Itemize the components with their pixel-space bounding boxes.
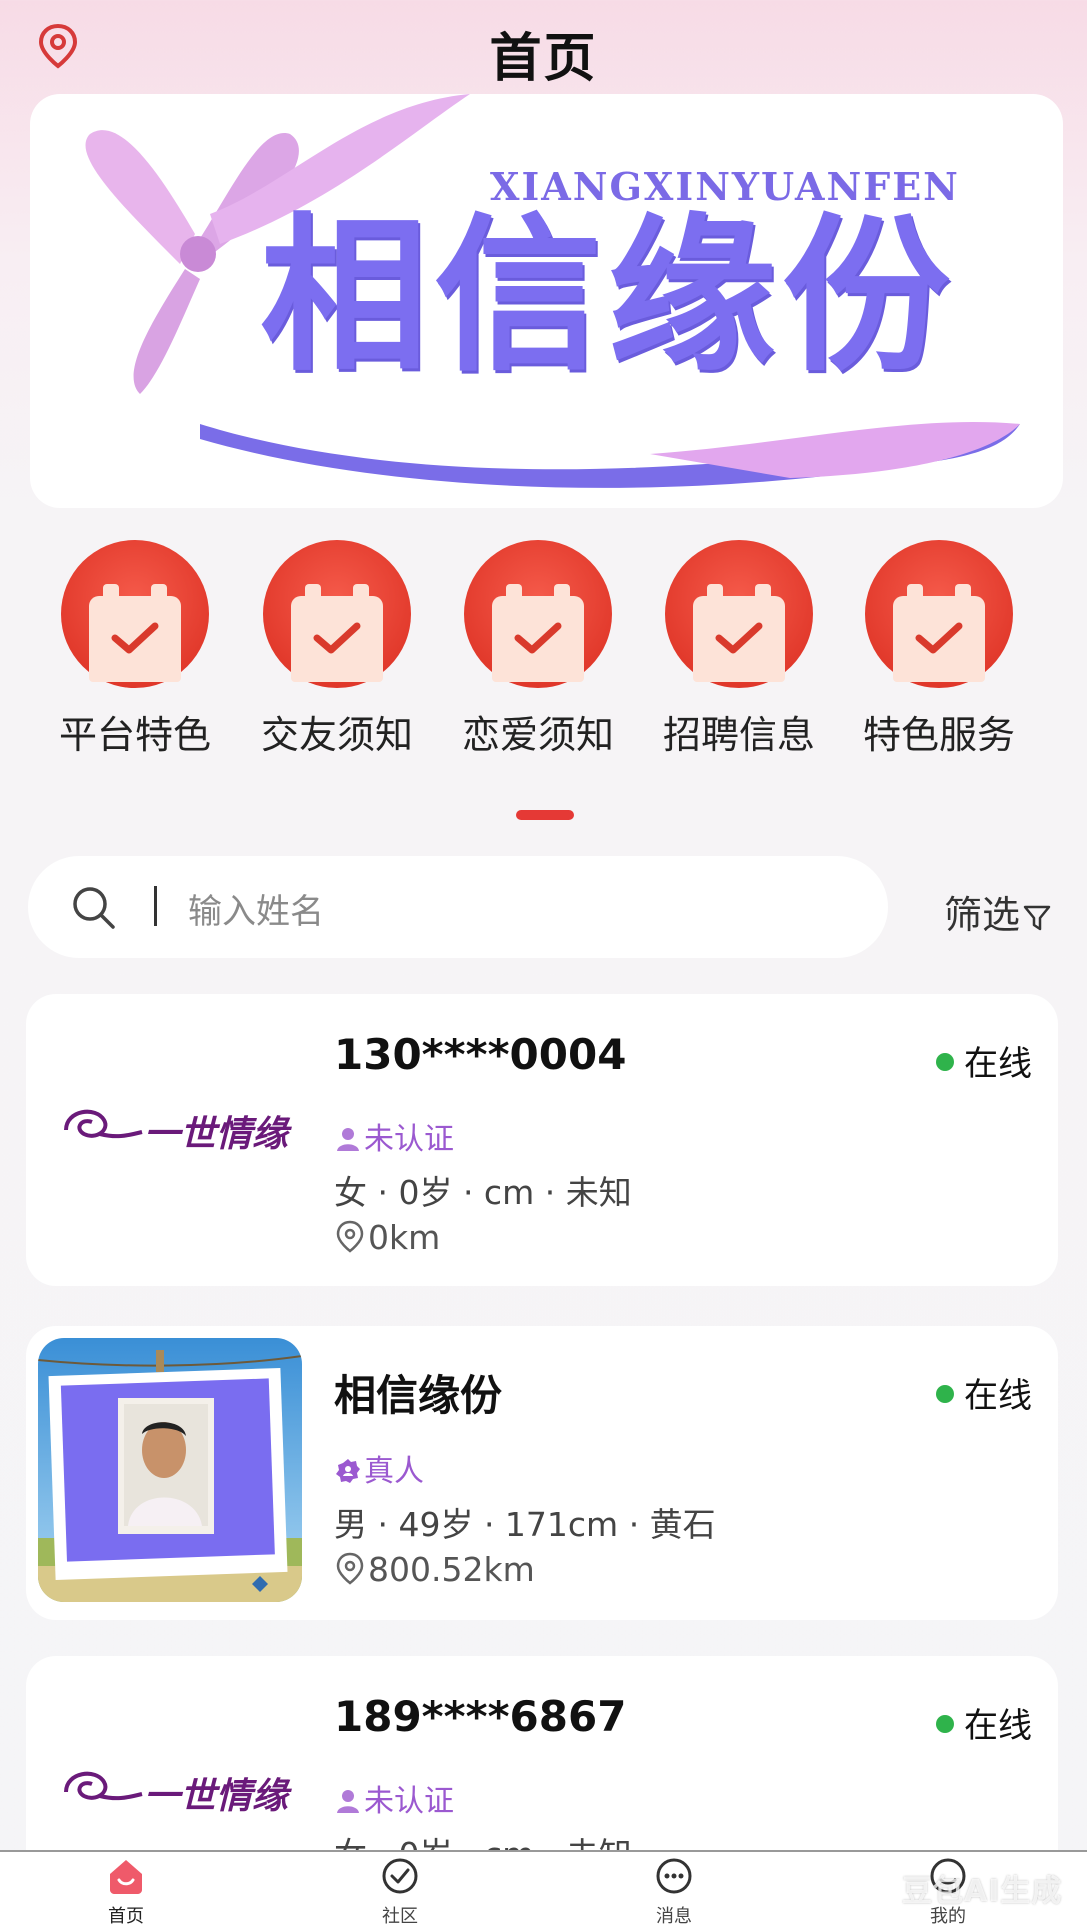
menu-item-recruitment[interactable]: 招聘信息	[644, 540, 834, 759]
verify-badge: 未认证	[334, 1776, 454, 1820]
calendar-check-icon	[263, 540, 411, 688]
profile-info: 男 · 49岁 · 171cm · 黄石	[334, 1505, 716, 1544]
user-unverified-icon	[337, 1790, 359, 1813]
svg-text:一世情缘: 一世情缘	[144, 1775, 292, 1817]
calendar-check-icon	[464, 540, 612, 688]
page-indicator	[516, 810, 574, 820]
online-status: 在线	[936, 1036, 1032, 1085]
search-input[interactable]: 输入姓名	[28, 856, 888, 958]
tab-home[interactable]: 首页	[66, 1856, 186, 1928]
online-dot	[936, 1385, 954, 1403]
calendar-check-icon	[665, 540, 813, 688]
message-icon	[656, 1858, 692, 1894]
profile-distance: 800.52km	[334, 1550, 535, 1589]
tab-label: 首页	[108, 1906, 144, 1927]
filter-button[interactable]: 筛选	[944, 884, 1052, 939]
user-unverified-icon	[337, 1128, 359, 1151]
feature-menu: 平台特色 交友须知 恋爱须知 招聘信息 特色服务	[40, 540, 1050, 760]
menu-label: 平台特色	[58, 713, 211, 757]
community-icon	[382, 1858, 418, 1894]
menu-label: 特色服务	[862, 713, 1015, 757]
search-icon	[73, 887, 115, 929]
menu-label: 招聘信息	[662, 713, 815, 757]
menu-item-dating-notice[interactable]: 交友须知	[242, 540, 432, 759]
yishiqingyuan-logo: 一世情缘	[64, 1771, 292, 1817]
svg-text:一世情缘: 一世情缘	[144, 1113, 292, 1155]
online-dot	[936, 1053, 954, 1071]
profile-name: 相信缘份	[334, 1371, 503, 1420]
funnel-icon	[1023, 905, 1051, 930]
tab-community[interactable]: 社区	[340, 1856, 460, 1928]
watermark: 豆包AI生成	[902, 1874, 1063, 1909]
profile-card[interactable]: 一世情缘 130****0004 在线 未认证 女 · 0岁 · cm · 未知…	[26, 994, 1058, 1286]
location-icon	[336, 1552, 364, 1585]
online-status: 在线	[936, 1698, 1032, 1747]
menu-label: 恋爱须知	[461, 713, 614, 757]
calendar-check-icon	[865, 540, 1013, 688]
online-status: 在线	[936, 1368, 1032, 1417]
search-cursor	[154, 886, 157, 926]
tab-messages[interactable]: 消息	[614, 1856, 734, 1928]
home-icon	[110, 1860, 142, 1894]
profile-distance: 0km	[334, 1218, 440, 1257]
profile-name: 130****0004	[334, 1030, 627, 1079]
verify-badge: 真人	[334, 1446, 424, 1490]
verified-badge-icon	[336, 1459, 360, 1483]
profile-name: 189****6867	[334, 1692, 627, 1741]
banner[interactable]: XIANGXINYUANFEN 相信缘份	[30, 94, 1063, 508]
filter-label: 筛选	[944, 893, 1021, 937]
page-title: 首页	[489, 29, 598, 89]
calendar-check-icon	[61, 540, 209, 688]
tab-label: 消息	[656, 1906, 692, 1927]
banner-title: 相信缘份	[260, 198, 956, 394]
menu-item-love-notice[interactable]: 恋爱须知	[443, 540, 633, 759]
profile-card[interactable]: 相信缘份 在线 真人 男 · 49岁 · 171cm · 黄石 800.52km	[26, 1326, 1058, 1620]
yishiqingyuan-logo: 一世情缘	[64, 1109, 292, 1155]
top-bar: 首页	[0, 0, 1087, 96]
location-icon	[336, 1220, 364, 1253]
verify-badge: 未认证	[334, 1114, 454, 1158]
search-placeholder: 输入姓名	[188, 892, 324, 932]
online-dot	[936, 1715, 954, 1733]
profile-photo	[38, 1338, 302, 1602]
profile-info: 女 · 0岁 · cm · 未知	[334, 1173, 632, 1212]
menu-item-platform[interactable]: 平台特色	[40, 540, 230, 759]
menu-item-special-service[interactable]: 特色服务	[844, 540, 1034, 759]
tab-label: 社区	[382, 1906, 418, 1927]
menu-label: 交友须知	[260, 713, 413, 757]
